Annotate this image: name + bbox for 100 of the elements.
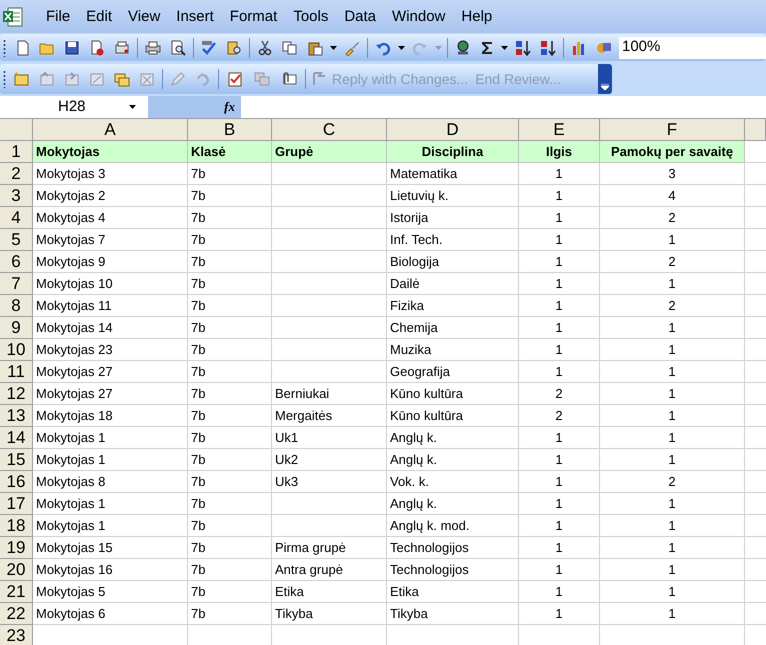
table-cell: 1 — [600, 603, 745, 625]
row-header[interactable]: 12 — [0, 383, 33, 405]
column-header[interactable]: C — [272, 119, 387, 141]
table-cell: 2 — [600, 251, 745, 273]
paperclip-mail-icon — [281, 71, 297, 87]
row-header[interactable]: 9 — [0, 317, 33, 339]
table-cell: Uk1 — [272, 427, 387, 449]
table-cell: Mokytojas 1 — [33, 427, 188, 449]
row-header[interactable]: 18 — [0, 515, 33, 537]
row-header[interactable]: 2 — [0, 163, 33, 185]
table-cell: 7b — [188, 515, 272, 537]
table-cell: Fizika — [387, 295, 519, 317]
row-header[interactable]: 8 — [0, 295, 33, 317]
row-header[interactable]: 20 — [0, 559, 33, 581]
table-cell: 2 — [519, 405, 600, 427]
menu-item[interactable]: Format — [222, 4, 286, 28]
table-cell: 7b — [188, 273, 272, 295]
table-cell: Vok. k. — [387, 471, 519, 493]
menu-item[interactable]: File — [38, 4, 78, 28]
row-header[interactable]: 19 — [0, 537, 33, 559]
table-cell: Mokytojas 18 — [33, 405, 188, 427]
row-header[interactable]: 21 — [0, 581, 33, 603]
function-button[interactable]: fx — [224, 97, 235, 117]
row-header[interactable]: 10 — [0, 339, 33, 361]
toolbar-grip[interactable] — [3, 38, 6, 56]
table-cell: 1 — [519, 537, 600, 559]
dropdown-caret-icon[interactable] — [129, 105, 136, 109]
menu-item[interactable]: Insert — [168, 4, 222, 28]
dropdown-caret-icon[interactable] — [330, 46, 337, 50]
row-header[interactable]: 1 — [0, 141, 33, 163]
table-cell: 2 — [519, 383, 600, 405]
sort-ascending-icon — [515, 40, 531, 56]
menu-item[interactable]: Help — [453, 4, 500, 28]
dropdown-caret-icon[interactable] — [501, 46, 508, 50]
table-cell: Geografija — [387, 361, 519, 383]
row-header[interactable]: 5 — [0, 229, 33, 251]
row-header[interactable]: 22 — [0, 603, 33, 625]
table-cell: 7b — [188, 405, 272, 427]
column-header[interactable]: D — [387, 119, 519, 141]
pen-icon — [170, 71, 186, 87]
row-header[interactable]: 16 — [0, 471, 33, 493]
menu-item[interactable]: View — [120, 4, 168, 28]
column-header[interactable]: E — [519, 119, 600, 141]
spreadsheet-app-icon[interactable] — [2, 6, 24, 28]
table-cell: Anglų k. mod. — [387, 515, 519, 537]
row-header[interactable]: 4 — [0, 207, 33, 229]
row-header[interactable]: 7 — [0, 273, 33, 295]
menu-item[interactable]: Tools — [285, 4, 336, 28]
table-cell: 1 — [600, 449, 745, 471]
row-header[interactable]: 17 — [0, 493, 33, 515]
zoom-field[interactable]: 100% — [619, 36, 766, 58]
clipboard-icon — [307, 40, 323, 56]
table-cell: Tikyba — [272, 603, 387, 625]
menu-item[interactable]: Edit — [78, 4, 120, 28]
table-cell: Uk2 — [272, 449, 387, 471]
table-cell: Mokytojas 1 — [33, 515, 188, 537]
row-header[interactable]: 13 — [0, 405, 33, 427]
table-cell: 1 — [600, 339, 745, 361]
row-header[interactable]: 23 — [0, 625, 33, 645]
row-header[interactable]: 3 — [0, 185, 33, 207]
row-header[interactable]: 6 — [0, 251, 33, 273]
toolbar-grip[interactable] — [3, 70, 6, 88]
row-header[interactable]: 14 — [0, 427, 33, 449]
table-cell: 7b — [188, 317, 272, 339]
table-cell: 1 — [519, 515, 600, 537]
table-cell: Disciplina — [387, 141, 519, 163]
table-cell: 7b — [188, 427, 272, 449]
table-cell: 7b — [188, 383, 272, 405]
table-cell: 7b — [188, 581, 272, 603]
menu-item[interactable]: Data — [336, 4, 384, 28]
copy-icon — [282, 40, 298, 56]
row-header[interactable]: 15 — [0, 449, 33, 471]
table-cell: Berniukai — [272, 383, 387, 405]
table-cell: Mokytojas 1 — [33, 493, 188, 515]
column-header[interactable]: F — [600, 119, 745, 141]
table-cell: 1 — [600, 581, 745, 603]
table-cell: 7b — [188, 493, 272, 515]
next-comment-icon — [64, 71, 80, 87]
table-cell: 4 — [600, 185, 745, 207]
toolbar-options-button[interactable] — [598, 64, 612, 94]
table-cell: 1 — [519, 603, 600, 625]
column-header[interactable]: B — [188, 119, 272, 141]
spell-check-icon — [201, 40, 217, 56]
table-cell: Dailė — [387, 273, 519, 295]
table-cell: 1 — [600, 273, 745, 295]
brush-icon — [344, 40, 360, 56]
dropdown-caret-icon[interactable] — [398, 46, 405, 50]
table-cell: 7b — [188, 229, 272, 251]
table-cell: Mokytojas 7 — [33, 229, 188, 251]
bar-chart-icon — [571, 40, 587, 56]
table-cell: 1 — [600, 537, 745, 559]
sort-descending-icon — [540, 40, 556, 56]
table-cell: 7b — [188, 559, 272, 581]
table-cell: Mokytojas 8 — [33, 471, 188, 493]
table-cell: 1 — [600, 383, 745, 405]
menu-item[interactable]: Window — [384, 4, 454, 28]
table-cell: 1 — [600, 493, 745, 515]
row-header[interactable]: 11 — [0, 361, 33, 383]
column-header[interactable]: A — [33, 119, 188, 141]
table-cell: 7b — [188, 339, 272, 361]
